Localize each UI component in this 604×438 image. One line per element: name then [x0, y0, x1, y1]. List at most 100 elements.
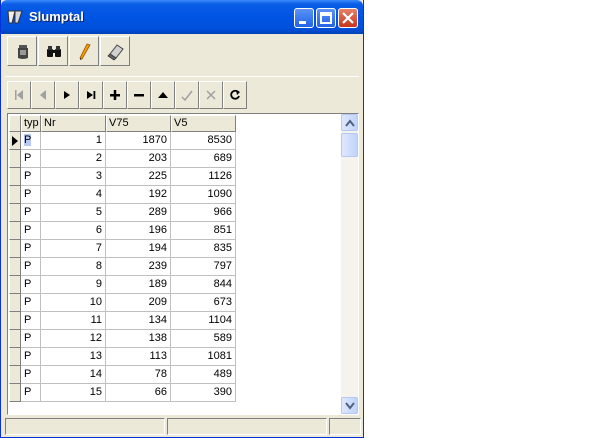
cell-typ[interactable]: P — [21, 222, 41, 240]
cell-nr[interactable]: 6 — [41, 222, 106, 240]
row-indicator[interactable] — [9, 168, 21, 186]
row-indicator[interactable] — [9, 150, 21, 168]
cell-nr[interactable]: 3 — [41, 168, 106, 186]
maximize-button[interactable] — [316, 8, 336, 28]
cell-v75[interactable]: 192 — [106, 186, 171, 204]
cell-v5[interactable]: 390 — [171, 384, 236, 402]
cell-typ[interactable]: P — [21, 258, 41, 276]
cell-nr[interactable]: 11 — [41, 312, 106, 330]
save-tool-button[interactable] — [7, 36, 37, 66]
row-indicator[interactable] — [9, 240, 21, 258]
cell-v75[interactable]: 196 — [106, 222, 171, 240]
erase-tool-button[interactable] — [100, 36, 130, 66]
cell-v75[interactable]: 113 — [106, 348, 171, 366]
cell-typ[interactable]: P — [21, 330, 41, 348]
edit-tool-button[interactable] — [69, 36, 99, 66]
cell-v5[interactable]: 1104 — [171, 312, 236, 330]
cell-v5[interactable]: 8530 — [171, 132, 236, 150]
row-indicator[interactable] — [9, 330, 21, 348]
cell-v5[interactable]: 673 — [171, 294, 236, 312]
cell-typ[interactable]: P — [21, 348, 41, 366]
cell-nr[interactable]: 10 — [41, 294, 106, 312]
cell-nr[interactable]: 8 — [41, 258, 106, 276]
cell-typ[interactable]: P — [21, 168, 41, 186]
nav-next-button[interactable] — [55, 81, 79, 109]
scroll-down-button[interactable] — [341, 397, 358, 414]
cell-v75[interactable]: 209 — [106, 294, 171, 312]
close-button[interactable] — [338, 8, 358, 28]
nav-delete-button[interactable] — [127, 81, 151, 109]
cell-nr[interactable]: 15 — [41, 384, 106, 402]
row-indicator[interactable] — [9, 366, 21, 384]
nav-first-button[interactable] — [7, 81, 31, 109]
row-indicator[interactable] — [9, 276, 21, 294]
cell-v5[interactable]: 835 — [171, 240, 236, 258]
minimize-button[interactable] — [294, 8, 314, 28]
cell-typ[interactable]: P — [21, 384, 41, 402]
nav-insert-button[interactable] — [103, 81, 127, 109]
nav-post-button[interactable] — [175, 81, 199, 109]
cell-v75[interactable]: 1870 — [106, 132, 171, 150]
scroll-up-button[interactable] — [341, 114, 358, 131]
cell-v75[interactable]: 66 — [106, 384, 171, 402]
cell-v5[interactable]: 1081 — [171, 348, 236, 366]
cell-v5[interactable]: 589 — [171, 330, 236, 348]
cell-nr[interactable]: 1 — [41, 132, 106, 150]
cell-v75[interactable]: 189 — [106, 276, 171, 294]
nav-cancel-button[interactable] — [199, 81, 223, 109]
nav-refresh-button[interactable] — [223, 81, 247, 109]
cell-typ[interactable]: P — [21, 150, 41, 168]
row-indicator[interactable] — [9, 204, 21, 222]
vertical-scrollbar[interactable] — [341, 114, 358, 414]
cell-typ[interactable]: P — [21, 294, 41, 312]
cell-typ[interactable]: P — [21, 240, 41, 258]
cell-nr[interactable]: 9 — [41, 276, 106, 294]
cell-v75[interactable]: 194 — [106, 240, 171, 258]
row-indicator[interactable] — [9, 294, 21, 312]
cell-v5[interactable]: 1126 — [171, 168, 236, 186]
cell-v5[interactable]: 844 — [171, 276, 236, 294]
scroll-thumb[interactable] — [341, 133, 358, 157]
cell-v75[interactable]: 78 — [106, 366, 171, 384]
cell-nr[interactable]: 7 — [41, 240, 106, 258]
column-header-typ[interactable]: typ — [21, 115, 41, 132]
row-indicator[interactable] — [9, 222, 21, 240]
cell-v5[interactable]: 851 — [171, 222, 236, 240]
cell-nr[interactable]: 5 — [41, 204, 106, 222]
column-header-v75[interactable]: V75 — [106, 115, 171, 132]
cell-v5[interactable]: 689 — [171, 150, 236, 168]
cell-nr[interactable]: 13 — [41, 348, 106, 366]
cell-v75[interactable]: 134 — [106, 312, 171, 330]
cell-v75[interactable]: 225 — [106, 168, 171, 186]
row-indicator[interactable] — [9, 348, 21, 366]
column-header-nr[interactable]: Nr — [41, 115, 106, 132]
row-indicator[interactable] — [9, 132, 21, 150]
row-indicator[interactable] — [9, 384, 21, 402]
cell-v75[interactable]: 138 — [106, 330, 171, 348]
cell-v75[interactable]: 289 — [106, 204, 171, 222]
cell-typ[interactable]: P — [21, 132, 41, 150]
row-indicator[interactable] — [9, 186, 21, 204]
cell-typ[interactable]: P — [21, 186, 41, 204]
cell-typ[interactable]: P — [21, 276, 41, 294]
row-indicator[interactable] — [9, 312, 21, 330]
column-header-v5[interactable]: V5 — [171, 115, 236, 132]
find-tool-button[interactable] — [38, 36, 68, 66]
cell-typ[interactable]: P — [21, 312, 41, 330]
nav-edit-button[interactable] — [151, 81, 175, 109]
cell-nr[interactable]: 14 — [41, 366, 106, 384]
nav-prior-button[interactable] — [31, 81, 55, 109]
nav-last-button[interactable] — [79, 81, 103, 109]
title-bar[interactable]: Slumptal — [1, 0, 363, 34]
cell-typ[interactable]: P — [21, 366, 41, 384]
cell-v75[interactable]: 239 — [106, 258, 171, 276]
cell-typ[interactable]: P — [21, 204, 41, 222]
cell-nr[interactable]: 4 — [41, 186, 106, 204]
cell-v5[interactable]: 489 — [171, 366, 236, 384]
cell-v5[interactable]: 966 — [171, 204, 236, 222]
cell-v5[interactable]: 797 — [171, 258, 236, 276]
cell-v75[interactable]: 203 — [106, 150, 171, 168]
row-indicator[interactable] — [9, 258, 21, 276]
cell-nr[interactable]: 2 — [41, 150, 106, 168]
cell-v5[interactable]: 1090 — [171, 186, 236, 204]
